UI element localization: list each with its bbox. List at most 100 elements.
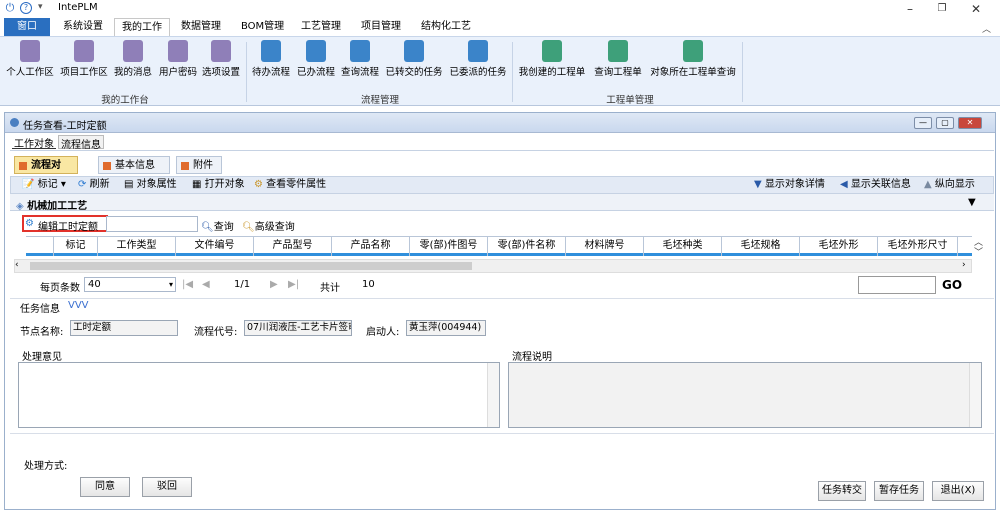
total-label: 共计 [320,283,340,294]
tab-window[interactable]: 窗口 [4,18,50,36]
object-work-order-query-button[interactable]: 对象所在工程单查询 [646,40,740,84]
tab-bom-management[interactable]: BOM管理 [238,18,287,36]
group-label-workflow: 流程管理 [360,95,399,106]
go-page-input[interactable] [858,276,936,294]
power-icon[interactable]: ⏻ [4,2,16,14]
inner-minimize-icon[interactable]: — [914,117,932,129]
project-workspace-button[interactable]: 项目工作区 [58,40,110,84]
scroll-left-icon[interactable]: ‹ [15,260,19,270]
tab-project-management[interactable]: 项目管理 [358,18,404,36]
my-work-orders-button[interactable]: 我创建的工程单 [514,40,590,84]
first-page-icon[interactable]: |◀ [182,279,193,290]
vertical-scrollbar[interactable] [969,363,981,427]
prev-page-icon[interactable]: ◀ [202,279,210,290]
vertical-scrollbar[interactable] [487,363,499,427]
go-button[interactable]: GO [942,278,962,292]
diamond-icon: ◈ [16,201,24,212]
scrollbar-thumb[interactable] [30,262,472,270]
vertical-display-button[interactable]: ▲ 纵向显示 [924,178,975,192]
restore-icon[interactable]: ❐ [930,2,954,16]
triangle-up-icon: ▲ [924,179,932,190]
user-password-button[interactable]: 用户密码 [156,40,200,84]
column-header[interactable]: 毛坯外形 [800,236,878,256]
node-name-field[interactable]: 工时定额 [70,320,178,336]
task-window-titlebar: 任务查看-工时定额 [5,113,995,133]
show-related-info-button[interactable]: ◀ 显示关联信息 [840,178,911,192]
save-task-button[interactable]: 暂存任务 [874,481,924,501]
flow-description-label: 流程说明 [512,352,552,363]
transfer-task-button[interactable]: 任务转交 [818,481,866,501]
opinion-textarea[interactable] [18,362,500,428]
column-header[interactable]: 零(部)件图号 [410,236,488,256]
tab-attachments[interactable]: 附件 [176,156,222,174]
mark-button[interactable]: 📝 标记 ▾ [22,178,66,192]
flow-code-field[interactable]: 07川润液压-工艺卡片签审 [244,320,352,336]
dropdown-icon[interactable]: ▾ [38,2,43,12]
advanced-search-button[interactable]: 🔍︎高级查询 [242,218,295,233]
tab-work-object[interactable]: 工作对象 [12,135,56,150]
tab-system-settings[interactable]: 系统设置 [60,18,106,36]
edit-work-hour-button[interactable]: ⚙ 编辑工时定额 [22,215,108,233]
minimize-icon[interactable]: – [898,2,922,16]
column-header[interactable]: 毛坯种类 [644,236,722,256]
group-label-my-workbench: 我的工作台 [101,95,149,106]
tab-data-management[interactable]: 数据管理 [178,18,224,36]
column-header[interactable]: 标记 [54,236,98,256]
next-page-icon[interactable]: ▶ [270,279,278,290]
section-menu-icon[interactable]: ▼ [968,197,976,208]
column-header[interactable]: 产品名称 [332,236,410,256]
tab-process-management[interactable]: 工艺管理 [298,18,344,36]
view-part-properties-button[interactable]: ⚙ 查看零件属性 [254,178,326,192]
divider [10,298,994,299]
done-workflow-button[interactable]: 已办流程 [294,40,338,84]
object-properties-button[interactable]: ▤ 对象属性 [124,178,177,192]
search-button[interactable]: 🔍︎查询 [201,218,234,233]
task-window-title: 任务查看-工时定额 [23,121,107,132]
delegated-tasks-button[interactable]: 已委派的任务 [446,40,510,84]
starter-field[interactable]: 黄玉萍(004944) [406,320,486,336]
gear-icon: ⚙ [25,218,34,229]
part-icon: ⚙ [254,179,263,190]
open-object-button[interactable]: ▦ 打开对象 [192,178,245,192]
tab-flow-info[interactable]: 流程信息 [58,135,104,151]
section-bar [10,194,994,211]
flow-description-textarea[interactable] [508,362,982,428]
column-header[interactable]: 毛坯外形尺寸 [878,236,958,256]
column-header[interactable]: 零(部)件名称 [488,236,566,256]
column-header[interactable]: 工作类型 [98,236,176,256]
options-settings-button[interactable]: 选项设置 [198,40,244,84]
search-doc-icon [350,40,370,62]
tab-my-work[interactable]: 我的工作 [114,18,170,36]
refresh-button[interactable]: ⟳ 刷新 [78,178,110,192]
query-work-orders-button[interactable]: 查询工程单 [590,40,646,84]
tab-basic-info[interactable]: 基本信息 [98,156,170,174]
last-page-icon[interactable]: ▶| [288,279,299,290]
help-icon[interactable]: ? [20,2,32,14]
transferred-tasks-button[interactable]: 已转交的任务 [382,40,446,84]
tab-flow-object[interactable]: 流程对象 [14,156,78,189]
column-header[interactable]: 材料牌号 [566,236,644,256]
column-header[interactable]: 文件编号 [176,236,254,256]
tab-structured-process[interactable]: 结构化工艺 [418,18,474,36]
personal-workspace-button[interactable]: 个人工作区 [4,40,56,84]
inner-close-icon[interactable]: ✕ [958,117,982,129]
task-info-toggle[interactable]: VVV [68,300,89,311]
column-header[interactable]: 产品型号 [254,236,332,256]
delegate-icon [468,40,488,62]
agree-button[interactable]: 同意 [80,477,130,497]
query-workflow-button[interactable]: 查询流程 [338,40,382,84]
exit-button[interactable]: 退出(X) [932,481,984,501]
show-object-details-button[interactable]: ▼ 显示对象详情 [754,178,825,192]
scroll-right-icon[interactable]: › [962,260,966,270]
reject-button[interactable]: 驳回 [142,477,192,497]
collapse-ribbon-icon[interactable]: ︿ [982,22,991,35]
inner-maximize-icon[interactable]: ▢ [936,117,954,129]
pending-workflow-button[interactable]: 待办流程 [248,40,294,84]
page-indicator: 1/1 [234,279,251,290]
close-icon[interactable]: ✕ [964,2,988,16]
my-messages-button[interactable]: 我的消息 [110,40,156,84]
column-header[interactable]: 毛坯规格 [722,236,800,256]
per-page-select[interactable]: 40 ▾ [84,277,176,292]
search-input[interactable] [106,216,198,232]
vertical-scroll-arrows[interactable]: ︿ ﹀ [974,238,983,258]
